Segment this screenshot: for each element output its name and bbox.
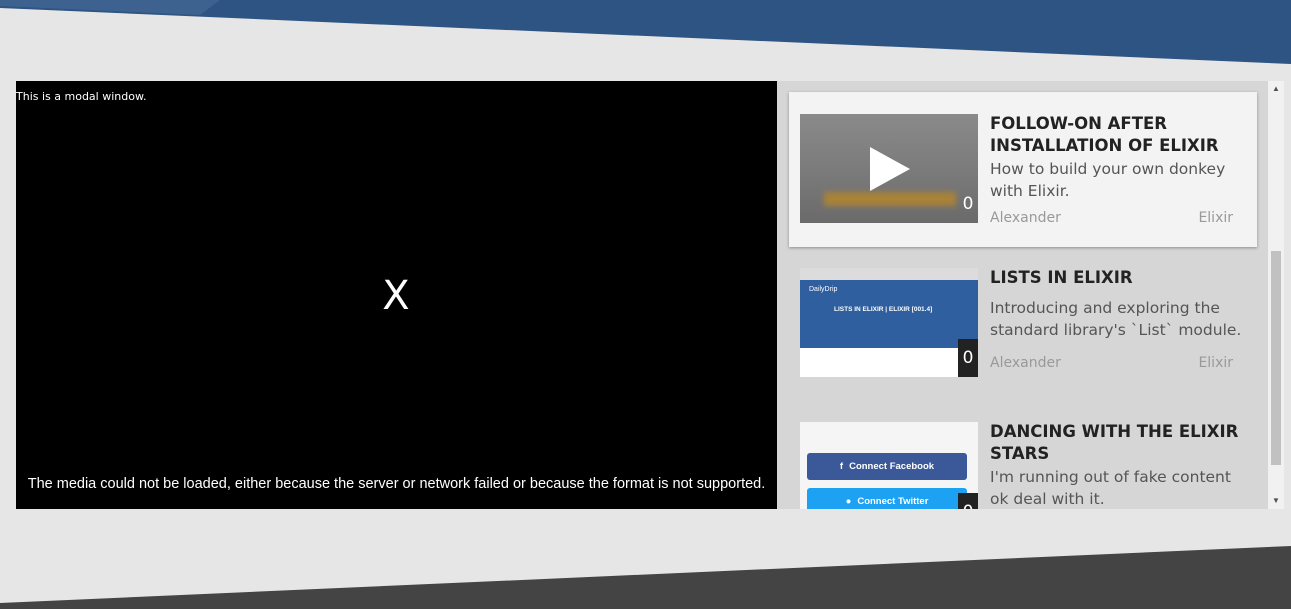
play-icon [870,147,910,191]
scroll-down-arrow-icon[interactable]: ▼ [1268,493,1284,509]
item-title[interactable]: DANCING WITH THE ELIXIR STARS [990,421,1252,465]
thumbnail-title: LISTS IN ELIXIR | ELIXIR [001.4] [834,306,933,313]
view-count: 0 [962,194,974,214]
item-author: Alexander [990,355,1061,371]
playlist: 0 FOLLOW-ON AFTER INSTALLATION OF ELIXIR… [777,81,1268,509]
playlist-scrollbar[interactable]: ▲ ▼ [1268,81,1284,509]
video-thumbnail[interactable]: DailyDrip LISTS IN ELIXIR | ELIXIR [001.… [800,268,978,377]
item-category: Elixir [1198,210,1233,226]
twitter-icon: ● [845,496,852,507]
bottom-band [0,546,1291,609]
scroll-up-arrow-icon[interactable]: ▲ [1268,81,1284,97]
item-category: Elixir [1198,355,1233,371]
thumbnail-blur-bar [824,192,956,206]
item-title[interactable]: LISTS IN ELIXIR [990,267,1252,289]
media-error-message: The media could not be loaded, either be… [27,476,766,492]
top-banner [0,0,1291,64]
facebook-icon: f [839,461,844,472]
item-title[interactable]: FOLLOW-ON AFTER INSTALLATION OF ELIXIR [990,113,1252,157]
item-description: How to build your own donkey with Elixir… [990,160,1226,200]
view-count: 0 [958,493,978,509]
view-count: 0 [958,339,978,377]
thumbnail-browser-bar [800,268,978,280]
scroll-thumb[interactable] [1271,251,1281,465]
item-author: Alexander [990,210,1061,226]
item-description: Introducing and exploring the standard l… [990,299,1242,339]
video-thumbnail[interactable]: 0 [800,114,978,223]
playlist-item[interactable]: f Connect Facebook ● Connect Twitter 0 D… [789,400,1257,509]
connect-facebook-button: f Connect Facebook [807,453,967,480]
playlist-item[interactable]: 0 FOLLOW-ON AFTER INSTALLATION OF ELIXIR… [789,92,1257,247]
connect-facebook-label: Connect Facebook [849,461,935,472]
video-thumbnail[interactable]: f Connect Facebook ● Connect Twitter 0 [800,422,978,509]
thumbnail-page-bg [800,348,978,377]
video-player[interactable]: This is a modal window. X The media coul… [16,81,777,509]
modal-text: This is a modal window. [16,90,147,103]
item-description: I'm running out of fake content ok deal … [990,468,1231,508]
thumbnail-brand: DailyDrip [809,286,838,293]
modal-close-button[interactable]: X [375,273,417,319]
playlist-item[interactable]: DailyDrip LISTS IN ELIXIR | ELIXIR [001.… [789,246,1257,401]
connect-twitter-button: ● Connect Twitter [807,488,967,509]
connect-twitter-label: Connect Twitter [857,496,929,507]
